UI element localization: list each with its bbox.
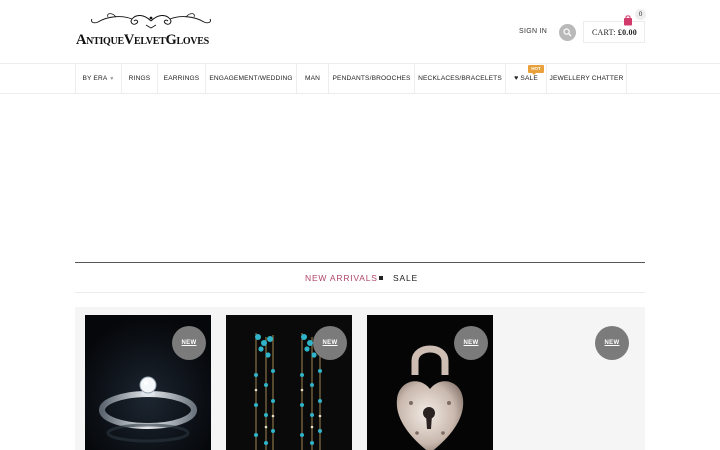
tab-sale[interactable]: SALE bbox=[393, 273, 418, 283]
nav-item-pendants-brooches[interactable]: PENDANTS/BROOCHES bbox=[328, 64, 414, 93]
nav-item-man[interactable]: MAN bbox=[296, 64, 328, 93]
hot-badge: HOT bbox=[528, 65, 544, 75]
main-navigation: BY ERA ▼ RINGS EARRINGS ENGAGEMENT/WEDDIN… bbox=[0, 63, 720, 94]
nav-item-engagement-wedding[interactable]: ENGAGEMENT/WEDDING bbox=[205, 64, 296, 93]
new-badge: NEW bbox=[454, 326, 488, 360]
product-tabs: NEW ARRIVALS SALE bbox=[75, 263, 645, 293]
nav-item-label: PENDANTS/BROOCHES bbox=[332, 75, 411, 82]
sign-in-link[interactable]: SIGN IN bbox=[519, 28, 547, 35]
nav-item-label: JEWELLERY CHATTER bbox=[549, 75, 624, 82]
chevron-down-icon: ▼ bbox=[109, 76, 115, 82]
search-button[interactable] bbox=[559, 24, 576, 41]
tab-new-arrivals[interactable]: NEW ARRIVALS bbox=[305, 273, 378, 283]
nav-item-rings[interactable]: RINGS bbox=[121, 64, 157, 93]
nav-item-label: EARRINGS bbox=[163, 75, 200, 82]
nav-item-jewellery-chatter[interactable]: JEWELLERY CHATTER bbox=[546, 64, 627, 93]
logo-flourish-icon bbox=[91, 13, 211, 29]
nav-item-by-era[interactable]: BY ERA ▼ bbox=[75, 64, 121, 93]
cart-summary: CART: £0.00 bbox=[592, 28, 637, 37]
nav-item-label: NECKLACES/BRACELETS bbox=[418, 75, 502, 82]
cart-label: CART: bbox=[592, 28, 616, 37]
search-icon bbox=[563, 28, 572, 37]
nav-item-earrings[interactable]: EARRINGS bbox=[157, 64, 205, 93]
heart-icon: ♥ bbox=[514, 75, 519, 82]
logo-wordmark: AntiqueVelvetGloves bbox=[76, 32, 209, 48]
cart-count-badge: 0 bbox=[635, 9, 646, 20]
product-card[interactable]: NEW bbox=[226, 315, 352, 450]
cart-button[interactable]: CART: £0.00 0 bbox=[583, 9, 646, 43]
new-badge: NEW bbox=[313, 326, 347, 360]
nav-item-label: ENGAGEMENT/WEDDING bbox=[209, 75, 293, 82]
site-header: AntiqueVelvetGloves SIGN IN CART: £0.00 … bbox=[0, 0, 720, 64]
nav-item-label: RINGS bbox=[128, 75, 151, 82]
nav-item-label: SALE bbox=[520, 75, 538, 82]
product-card[interactable]: NEW bbox=[85, 315, 211, 450]
site-logo[interactable]: AntiqueVelvetGloves bbox=[76, 12, 226, 50]
product-card[interactable]: NEW bbox=[508, 315, 634, 450]
nav-item-necklaces-bracelets[interactable]: NECKLACES/BRACELETS bbox=[414, 64, 505, 93]
tab-separator bbox=[379, 276, 383, 280]
product-grid: NEW NEW NEW NEW bbox=[75, 307, 645, 450]
cart-total: £0.00 bbox=[617, 28, 637, 37]
shopping-bag-icon bbox=[624, 15, 632, 26]
nav-item-label: BY ERA bbox=[82, 75, 108, 82]
new-badge: NEW bbox=[172, 326, 206, 360]
product-card[interactable]: NEW bbox=[367, 315, 493, 450]
new-badge: NEW bbox=[595, 326, 629, 360]
nav-item-label: MAN bbox=[304, 75, 321, 82]
